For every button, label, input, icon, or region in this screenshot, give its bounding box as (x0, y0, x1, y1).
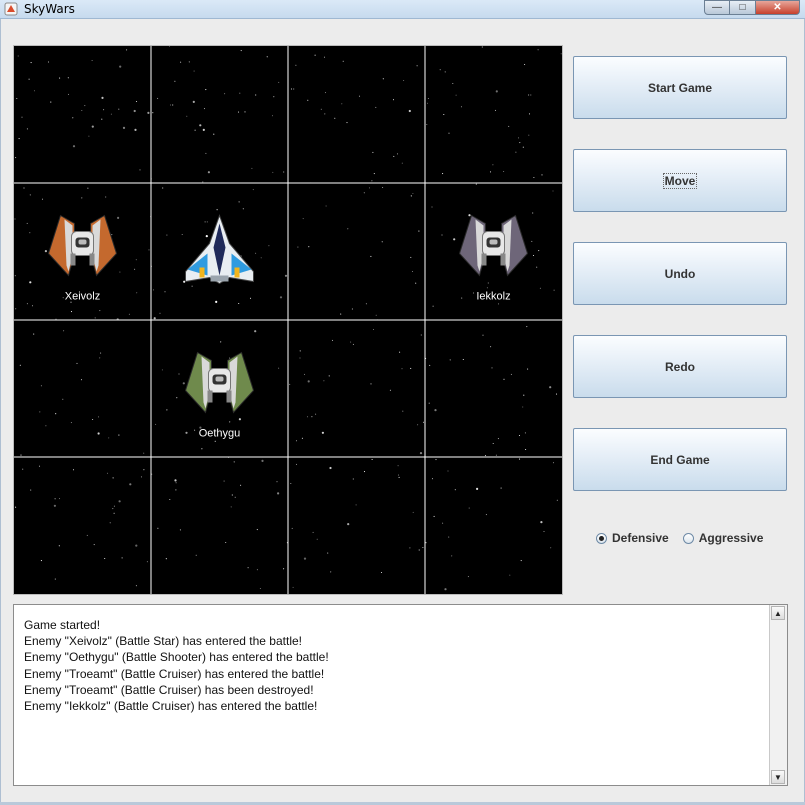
aggressive-label: Aggressive (698, 531, 764, 545)
defensive-label: Defensive (612, 531, 669, 545)
scroll-up-icon[interactable]: ▲ (771, 606, 785, 620)
window-title: SkyWars (24, 2, 75, 16)
log-line: Enemy "Iekkolz" (Battle Cruiser) has ent… (24, 699, 318, 714)
log-line: Enemy "Oethygu" (Battle Shooter) has ent… (24, 650, 329, 665)
log-line: Game started! (24, 618, 101, 632)
mode-radio-group: Defensive Aggressive (596, 531, 763, 545)
ship-label: Oethygu (199, 428, 241, 440)
app-icon (4, 2, 18, 16)
start-game-label: Start Game (647, 80, 713, 95)
scroll-down-icon[interactable]: ▼ (771, 770, 785, 784)
move-label: Move (662, 172, 698, 189)
maximize-button[interactable]: □ (730, 0, 756, 15)
undo-button[interactable]: Undo (573, 242, 787, 305)
ship-label: Iekkolz (476, 291, 510, 303)
undo-label: Undo (664, 266, 696, 281)
title-bar: SkyWars — □ ✕ (0, 0, 805, 19)
aggressive-radio-dot[interactable] (682, 532, 694, 544)
game-board[interactable]: Xeivolz Iekkolz Oethygu (13, 45, 563, 595)
end-game-label: End Game (650, 452, 710, 467)
log-scrollbar[interactable]: ▲ ▼ (769, 605, 787, 785)
defensive-radio-dot[interactable] (596, 532, 607, 544)
battle-log-lines: Game started! Enemy "Xeivolz" (Battle St… (24, 617, 329, 714)
end-game-button[interactable]: End Game (573, 428, 787, 491)
minimize-button[interactable]: — (704, 0, 730, 15)
log-line: Enemy "Troeamt" (Battle Cruiser) has bee… (24, 682, 314, 697)
log-line: Enemy "Troeamt" (Battle Cruiser) has ent… (24, 666, 325, 681)
log-line: Enemy "Xeivolz" (Battle Star) has entere… (24, 634, 302, 649)
redo-button[interactable]: Redo (573, 335, 787, 398)
close-button[interactable]: ✕ (756, 0, 800, 15)
move-button[interactable]: Move (573, 149, 787, 212)
redo-label: Redo (665, 359, 695, 374)
battle-log[interactable]: Game started! Enemy "Xeivolz" (Battle St… (13, 604, 788, 786)
ship-label: Xeivolz (65, 291, 100, 303)
defensive-radio[interactable]: Defensive (596, 531, 669, 545)
window-controls: — □ ✕ (704, 0, 800, 16)
aggressive-radio[interactable]: Aggressive (682, 531, 764, 545)
board-canvas[interactable]: Xeivolz Iekkolz Oethygu (14, 46, 562, 594)
start-game-button[interactable]: Start Game (573, 56, 787, 119)
